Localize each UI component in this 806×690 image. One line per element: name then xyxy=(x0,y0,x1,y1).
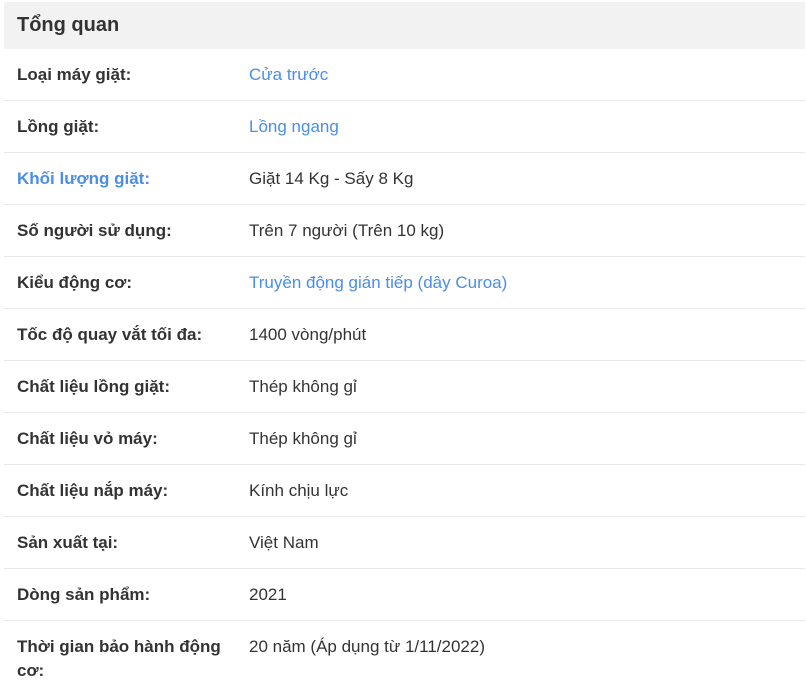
specs-panel: Tổng quan Loại máy giặt: Cửa trước Lồng … xyxy=(4,2,805,687)
spec-row-product-line: Dòng sản phẩm: 2021 xyxy=(4,569,805,621)
spec-value: Thép không gỉ xyxy=(249,428,357,448)
spec-label: Số người sử dụng: xyxy=(17,220,172,240)
spec-label: Loại máy giặt: xyxy=(17,64,132,84)
spec-row-motor-type: Kiểu động cơ: Truyền động gián tiếp (dây… xyxy=(4,257,805,309)
spec-row-wash-capacity: Khối lượng giặt: Giặt 14 Kg - Sấy 8 Kg xyxy=(4,153,805,205)
spec-value: Kính chịu lực xyxy=(249,480,349,500)
spec-value: 1400 vòng/phút xyxy=(249,324,367,344)
spec-label: Dòng sản phẩm: xyxy=(17,584,151,604)
spec-row-drum-type: Lồng giặt: Lồng ngang xyxy=(4,101,805,153)
spec-value: Giặt 14 Kg - Sấy 8 Kg xyxy=(249,168,414,188)
spec-value-link[interactable]: Cửa trước xyxy=(249,63,328,87)
spec-value: Việt Nam xyxy=(249,532,319,552)
spec-value-link[interactable]: Lồng ngang xyxy=(249,115,339,139)
spec-label: Thời gian bảo hành động cơ: xyxy=(17,637,221,680)
spec-row-motor-warranty: Thời gian bảo hành động cơ: 20 năm (Áp d… xyxy=(4,621,805,687)
spec-label: Lồng giặt: xyxy=(17,116,100,136)
spec-row-spin-speed: Tốc độ quay vắt tối đa: 1400 vòng/phút xyxy=(4,309,805,361)
spec-label-link[interactable]: Khối lượng giặt: xyxy=(4,167,249,191)
spec-value: Thép không gỉ xyxy=(249,376,357,396)
spec-row-lid-material: Chất liệu nắp máy: Kính chịu lực xyxy=(4,465,805,517)
spec-row-washer-type: Loại máy giặt: Cửa trước xyxy=(4,49,805,101)
spec-label: Chất liệu lồng giặt: xyxy=(17,376,170,396)
spec-row-made-in: Sản xuất tại: Việt Nam xyxy=(4,517,805,569)
spec-label: Chất liệu vỏ máy: xyxy=(17,428,158,448)
spec-value: 20 năm (Áp dụng từ 1/11/2022) xyxy=(249,637,485,656)
spec-label: Tốc độ quay vắt tối đa: xyxy=(17,324,203,344)
spec-label: Chất liệu nắp máy: xyxy=(17,480,169,500)
section-title: Tổng quan xyxy=(4,2,805,49)
spec-label: Sản xuất tại: xyxy=(17,532,119,552)
spec-value: Trên 7 người (Trên 10 kg) xyxy=(249,220,445,240)
spec-label: Kiểu động cơ: xyxy=(17,272,133,292)
spec-row-users: Số người sử dụng: Trên 7 người (Trên 10 … xyxy=(4,205,805,257)
spec-row-drum-material: Chất liệu lồng giặt: Thép không gỉ xyxy=(4,361,805,413)
spec-value-link[interactable]: Truyền động gián tiếp (dây Curoa) xyxy=(249,271,507,295)
spec-row-body-material: Chất liệu vỏ máy: Thép không gỉ xyxy=(4,413,805,465)
spec-value: 2021 xyxy=(249,584,287,604)
